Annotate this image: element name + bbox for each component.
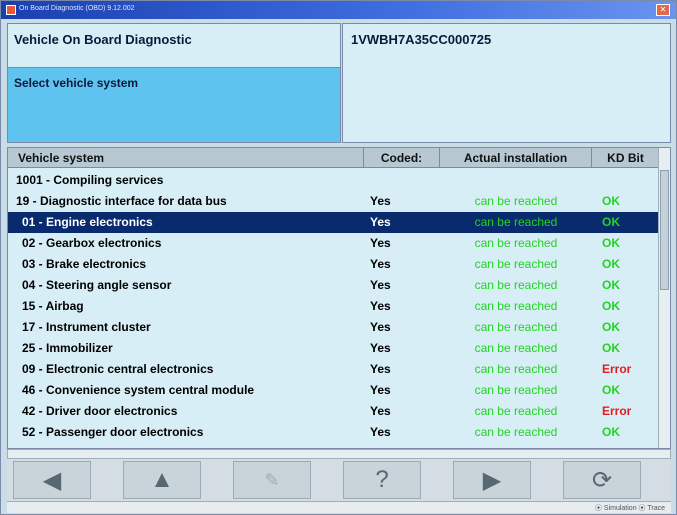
cell-vehicle-system: 42 - Driver door electronics	[22, 404, 178, 418]
cell-vehicle-system: 25 - Immobilizer	[22, 341, 113, 355]
table-row[interactable]: 19 - Diagnostic interface for data bus Ye…	[8, 191, 660, 212]
refresh-icon: ⟳	[591, 466, 613, 494]
cell-vehicle-system: 19 - Diagnostic interface for data bus	[16, 194, 227, 208]
cell-kd-bit: OK	[602, 383, 620, 397]
page-title: Vehicle On Board Diagnostic	[14, 32, 192, 47]
cell-kd-bit: Error	[602, 404, 632, 418]
cell-actual-installation: can be reached	[474, 425, 558, 439]
close-button[interactable]: ✕	[656, 4, 670, 16]
back-button[interactable]: ◀	[13, 461, 91, 499]
scrollbar-thumb[interactable]	[660, 170, 669, 290]
cell-vehicle-system: 03 - Brake electronics	[22, 257, 147, 271]
cell-coded: Yes	[370, 194, 391, 208]
arrow-up-icon: ▲	[150, 466, 174, 493]
tools-button[interactable]: ✎	[233, 461, 311, 499]
column-header-vehicle-system[interactable]: Vehicle system	[8, 148, 364, 168]
cell-actual-installation: can be reached	[474, 404, 558, 418]
cell-coded: Yes	[370, 278, 391, 292]
cell-coded: Yes	[370, 383, 391, 397]
cell-coded: Yes	[370, 236, 391, 250]
cell-kd-bit: OK	[602, 425, 620, 439]
instruction-text: Select vehicle system	[14, 76, 139, 90]
vin-number: 1VWBH7A35CC000725	[351, 32, 492, 47]
cell-actual-installation: can be reached	[474, 383, 558, 397]
column-header-kd-bit[interactable]: KD Bit	[592, 148, 660, 168]
cell-kd-bit: OK	[602, 320, 620, 334]
forward-button[interactable]: ▶	[453, 461, 531, 499]
cell-kd-bit: OK	[602, 215, 620, 229]
help-button[interactable]: ?	[343, 461, 421, 499]
table-row[interactable]: 25 - Immobilizer Yes can be reached OK	[8, 338, 660, 359]
cell-vehicle-system: 01 - Engine electronics	[22, 215, 153, 229]
vin-panel: 1VWBH7A35CC000725	[342, 23, 671, 143]
cell-actual-installation: can be reached	[474, 362, 558, 376]
cell-coded: Yes	[370, 425, 391, 439]
table-row[interactable]: 15 - Airbag Yes can be reached OK	[8, 296, 660, 317]
cell-kd-bit: OK	[602, 194, 620, 208]
cell-actual-installation: can be reached	[474, 299, 558, 313]
status-text: ⦿ Simulation ⦿ Trace	[594, 505, 665, 512]
cell-vehicle-system: 46 - Convenience system central module	[22, 383, 255, 397]
title-box: Vehicle On Board Diagnostic	[8, 24, 340, 68]
header-panel: Vehicle On Board Diagnostic Select vehic…	[7, 23, 341, 143]
table-row[interactable]: 09 - Electronic central electronics Yes ca…	[8, 359, 660, 380]
column-header-coded[interactable]: Coded:	[364, 148, 440, 168]
cell-vehicle-system: 09 - Electronic central electronics	[22, 362, 214, 376]
cell-kd-bit: OK	[602, 341, 620, 355]
wrench-icon: ✎	[264, 469, 280, 490]
cell-kd-bit: Error	[602, 362, 632, 376]
cell-vehicle-system: 04 - Steering angle sensor	[22, 278, 172, 292]
table-row[interactable]: 52 - Passenger door electronics Yes can be…	[8, 422, 660, 443]
cell-actual-installation: can be reached	[474, 278, 558, 292]
cell-vehicle-system: 17 - Instrument cluster	[22, 320, 151, 334]
table-row[interactable]: 42 - Driver door electronics Yes can be re…	[8, 401, 660, 422]
cell-coded: Yes	[370, 215, 391, 229]
cell-coded: Yes	[370, 404, 391, 418]
cell-actual-installation: can be reached	[474, 257, 558, 271]
cell-actual-installation: can be reached	[474, 320, 558, 334]
horizontal-scrollbar[interactable]	[7, 449, 671, 459]
refresh-button[interactable]: ⟳	[563, 461, 641, 499]
instruction-box: Select vehicle system	[8, 68, 340, 142]
status-bar: ⦿ Simulation ⦿ Trace	[7, 501, 671, 513]
column-header-actual-installation[interactable]: Actual installation	[440, 148, 592, 168]
arrow-left-icon: ◀	[42, 466, 62, 494]
cell-coded: Yes	[370, 299, 391, 313]
cell-kd-bit: OK	[602, 299, 620, 313]
table-body: 1001 - Compiling services 19 - Diagnostic…	[8, 170, 660, 443]
cell-vehicle-system: 1001 - Compiling services	[16, 173, 164, 187]
cell-vehicle-system: 02 - Gearbox electronics	[22, 236, 162, 250]
app-window: On Board Diagnostic (OBD) 9.12.002 ✕ Veh…	[0, 0, 677, 515]
window-title: On Board Diagnostic (OBD) 9.12.002	[19, 5, 135, 12]
table-row[interactable]: 01 - Engine electronics Yes can be reached…	[8, 212, 660, 233]
cell-kd-bit: OK	[602, 257, 620, 271]
cell-actual-installation: can be reached	[474, 341, 558, 355]
vertical-scrollbar[interactable]	[658, 148, 670, 448]
cell-kd-bit: OK	[602, 236, 620, 250]
table-row[interactable]: 03 - Brake electronics Yes can be reached O…	[8, 254, 660, 275]
app-icon	[6, 5, 16, 15]
vehicle-system-table: Vehicle system Coded: Actual installatio…	[7, 147, 671, 449]
cell-actual-installation: can be reached	[474, 236, 558, 250]
cell-vehicle-system: 52 - Passenger door electronics	[22, 425, 204, 439]
cell-kd-bit: OK	[602, 278, 620, 292]
cell-vehicle-system: 15 - Airbag	[22, 299, 84, 313]
cell-coded: Yes	[370, 257, 391, 271]
cell-actual-installation: can be reached	[474, 194, 558, 208]
table-row[interactable]: 04 - Steering angle sensor Yes can be reac…	[8, 275, 660, 296]
cell-coded: Yes	[370, 341, 391, 355]
navigation-toolbar: ◀ ▲ ✎? ▶ ⟳	[7, 459, 671, 501]
table-row[interactable]: 17 - Instrument cluster Yes can be reached…	[8, 317, 660, 338]
question-icon: ?	[375, 466, 389, 493]
arrow-right-icon: ▶	[482, 466, 502, 494]
cell-actual-installation: can be reached	[474, 215, 558, 229]
table-row[interactable]: 1001 - Compiling services	[8, 170, 660, 191]
cell-coded: Yes	[370, 362, 391, 376]
up-button[interactable]: ▲	[123, 461, 201, 499]
cell-coded: Yes	[370, 320, 391, 334]
table-row[interactable]: 46 - Convenience system central module Ye…	[8, 380, 660, 401]
title-bar[interactable]: On Board Diagnostic (OBD) 9.12.002 ✕	[1, 1, 676, 19]
table-row[interactable]: 02 - Gearbox electronics Yes can be reache…	[8, 233, 660, 254]
